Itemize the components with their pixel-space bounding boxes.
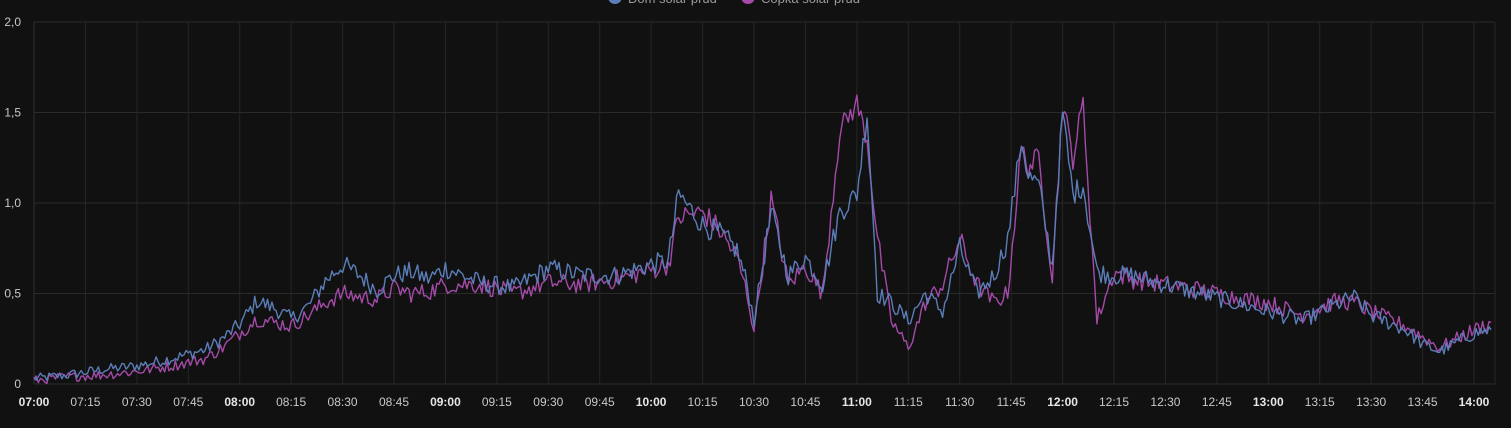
x-axis: 07:00 07:15 07:30 07:45 08:00 08:15 08:30 08:45… — [19, 395, 1490, 409]
chart-container: 0 0,5 1,0 1,5 2,0 07:00 07:15 07:30 07:45 08:00 0… — [0, 0, 1511, 428]
x-tick-label: 09:45 — [585, 395, 615, 409]
x-tick-label: 11:00 — [842, 395, 872, 409]
x-tick-label: 08:00 — [224, 395, 255, 409]
y-tick-label: 1,5 — [4, 106, 21, 120]
series-group — [33, 94, 1492, 385]
y-axis: 0 0,5 1,0 1,5 2,0 — [4, 15, 21, 391]
line-chart: 00,51,01,52,0 07:00 07:15 07:30 07:45 08:00 0… — [4, 0, 1496, 409]
x-tick-label: 07:15 — [70, 395, 100, 409]
y-tick-label: 2,0 — [4, 15, 21, 29]
x-tick-label: 08:45 — [379, 395, 409, 409]
series-line-copka-solar-prud — [33, 94, 1492, 385]
x-tick-label: 13:45 — [1408, 395, 1438, 409]
legend-swatch — [741, 0, 755, 4]
x-tick-label: 11:30 — [945, 395, 974, 409]
legend-swatch — [608, 0, 622, 4]
grid — [33, 21, 1496, 385]
x-tick-label: 11:45 — [997, 395, 1026, 409]
legend-item-copka-solar-prud[interactable]: Copka solar prud — [741, 0, 860, 6]
x-tick-label: 13:30 — [1356, 395, 1386, 409]
x-tick-label: 13:15 — [1305, 395, 1335, 409]
x-tick-label: 10:15 — [688, 395, 718, 409]
x-tick-label: 10:30 — [739, 395, 769, 409]
x-tick-label: 07:00 — [19, 395, 50, 409]
x-tick-label: 14:00 — [1459, 395, 1490, 409]
x-tick-label: 12:45 — [1202, 395, 1232, 409]
y-tick-label: 0,5 — [4, 287, 21, 301]
x-tick-label: 07:30 — [122, 395, 152, 409]
x-tick-label: 10:45 — [790, 395, 820, 409]
x-tick-label: 08:15 — [276, 395, 306, 409]
x-tick-label: 12:00 — [1047, 395, 1078, 409]
x-tick-label: 07:45 — [173, 395, 203, 409]
legend-item-dom-solar-prud[interactable]: Dom solar prud — [608, 0, 717, 6]
x-tick-label: 13:00 — [1253, 395, 1284, 409]
x-tick-label: 11:15 — [894, 395, 923, 409]
y-tick-label: 0 — [14, 377, 21, 391]
x-tick-label: 12:15 — [1099, 395, 1129, 409]
x-tick-label: 12:30 — [1150, 395, 1180, 409]
series-line-dom-solar-prud — [33, 111, 1492, 382]
x-tick-label: 10:00 — [636, 395, 667, 409]
legend-label: Copka solar prud — [761, 0, 860, 6]
legend[interactable]: Dom solar prud Copka solar prud — [608, 0, 860, 6]
x-tick-label: 09:30 — [533, 395, 563, 409]
legend-label: Dom solar prud — [628, 0, 717, 6]
x-tick-label: 09:15 — [482, 395, 512, 409]
x-tick-label: 09:00 — [430, 395, 461, 409]
x-tick-label: 08:30 — [328, 395, 358, 409]
y-tick-label: 1,0 — [4, 196, 21, 210]
